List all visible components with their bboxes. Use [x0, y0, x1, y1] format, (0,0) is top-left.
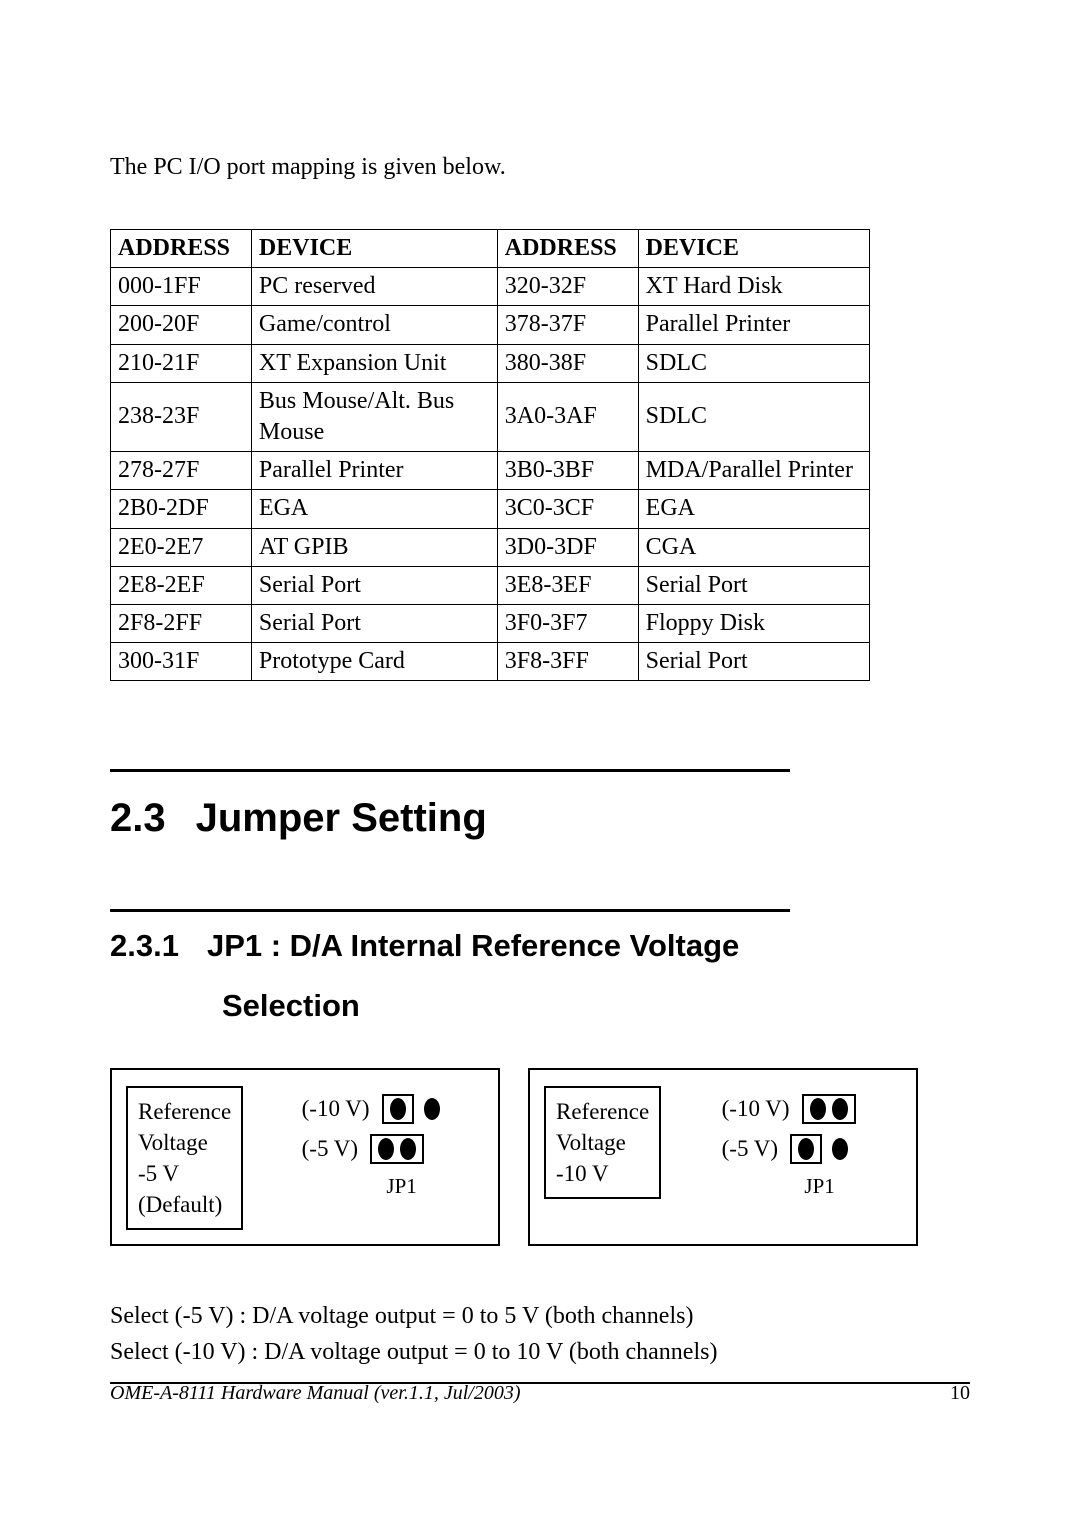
- table-cell: 3A0-3AF: [497, 382, 638, 451]
- table-cell: 3E8-3EF: [497, 566, 638, 604]
- table-cell: Parallel Printer: [251, 452, 497, 490]
- table-cell: Floppy Disk: [638, 604, 869, 642]
- table-cell: 3F8-3FF: [497, 643, 638, 681]
- jumper-row-label: (-5 V): [722, 1136, 778, 1162]
- io-port-table: ADDRESS DEVICE ADDRESS DEVICE 000-1FFPC …: [110, 229, 870, 681]
- table-cell: 380-38F: [497, 344, 638, 382]
- subsection-title-line2: Selection: [222, 988, 970, 1024]
- table-cell: SDLC: [638, 382, 869, 451]
- table-cell: 320-32F: [497, 268, 638, 306]
- table-cell: 3C0-3CF: [497, 490, 638, 528]
- table-row: 278-27FParallel Printer3B0-3BFMDA/Parall…: [111, 452, 870, 490]
- table-cell: 210-21F: [111, 344, 252, 382]
- table-cell: 3B0-3BF: [497, 452, 638, 490]
- jumper-row-label: (-10 V): [302, 1096, 370, 1122]
- table-row: 2E8-2EFSerial Port3E8-3EFSerial Port: [111, 566, 870, 604]
- jumper-jp1-10v: (-10 V) (-5 V) JP1: [675, 1086, 902, 1199]
- table-row: 2E0-2E7AT GPIB3D0-3DFCGA: [111, 528, 870, 566]
- table-cell: SDLC: [638, 344, 869, 382]
- reference-box-5v: Reference Voltage -5 V (Default): [126, 1086, 243, 1230]
- jumper-diagram-5v: Reference Voltage -5 V (Default) (-10 V)…: [110, 1068, 500, 1246]
- subsection-number: 2.3.1: [110, 928, 179, 963]
- table-cell: 278-27F: [111, 452, 252, 490]
- footer-page-number: 10: [950, 1382, 970, 1405]
- table-cell: 300-31F: [111, 643, 252, 681]
- reference-box-10v: Reference Voltage -10 V: [544, 1086, 661, 1199]
- table-cell: 238-23F: [111, 382, 252, 451]
- table-cell: Bus Mouse/Alt. Bus Mouse: [251, 382, 497, 451]
- table-cell: Parallel Printer: [638, 306, 869, 344]
- section-heading: 2.3 Jumper Setting: [110, 796, 970, 841]
- explain-line-5v: Select (-5 V) : D/A voltage output = 0 t…: [110, 1298, 970, 1334]
- jumper-diagrams: Reference Voltage -5 V (Default) (-10 V)…: [110, 1068, 970, 1246]
- section-title: Jumper Setting: [196, 796, 487, 840]
- col-address-1: ADDRESS: [111, 230, 252, 268]
- section-number: 2.3: [110, 796, 166, 840]
- table-row: 238-23FBus Mouse/Alt. Bus Mouse3A0-3AFSD…: [111, 382, 870, 451]
- jumper-row: (-10 V): [302, 1094, 440, 1124]
- table-row: 000-1FFPC reserved320-32FXT Hard Disk: [111, 268, 870, 306]
- table-row: 2B0-2DFEGA3C0-3CFEGA: [111, 490, 870, 528]
- table-cell: EGA: [638, 490, 869, 528]
- table-cell: 2F8-2FF: [111, 604, 252, 642]
- table-cell: 2E0-2E7: [111, 528, 252, 566]
- jumper-closed-icon: [370, 1134, 424, 1164]
- table-cell: Game/control: [251, 306, 497, 344]
- table-header-row: ADDRESS DEVICE ADDRESS DEVICE: [111, 230, 870, 268]
- jumper-id-label: JP1: [386, 1174, 416, 1199]
- jumper-row: (-5 V): [722, 1134, 856, 1164]
- table-cell: AT GPIB: [251, 528, 497, 566]
- table-row: 210-21FXT Expansion Unit380-38FSDLC: [111, 344, 870, 382]
- table-cell: 2B0-2DF: [111, 490, 252, 528]
- table-row: 300-31FPrototype Card3F8-3FFSerial Port: [111, 643, 870, 681]
- explain-line-10v: Select (-10 V) : D/A voltage output = 0 …: [110, 1334, 970, 1370]
- table-cell: 3F0-3F7: [497, 604, 638, 642]
- jumper-closed-icon: [802, 1094, 856, 1124]
- jumper-jp1-5v: (-10 V) (-5 V) JP1: [257, 1086, 484, 1199]
- col-address-2: ADDRESS: [497, 230, 638, 268]
- table-cell: 378-37F: [497, 306, 638, 344]
- subsection-title-line1: JP1 : D/A Internal Reference Voltage: [207, 928, 739, 963]
- table-cell: MDA/Parallel Printer: [638, 452, 869, 490]
- table-cell: XT Hard Disk: [638, 268, 869, 306]
- table-cell: Serial Port: [251, 566, 497, 604]
- page-footer: OME-A-8111 Hardware Manual (ver.1.1, Jul…: [110, 1382, 970, 1405]
- jumper-pin-icon: [832, 1138, 848, 1160]
- selection-explanation: Select (-5 V) : D/A voltage output = 0 t…: [110, 1298, 970, 1370]
- table-cell: CGA: [638, 528, 869, 566]
- section-rule: [110, 769, 790, 772]
- table-cell: 2E8-2EF: [111, 566, 252, 604]
- table-cell: 000-1FF: [111, 268, 252, 306]
- subsection-heading: 2.3.1 JP1 : D/A Internal Reference Voltag…: [110, 928, 970, 964]
- subsection-rule: [110, 909, 790, 912]
- table-cell: PC reserved: [251, 268, 497, 306]
- footer-doc-title: OME-A-8111 Hardware Manual (ver.1.1, Jul…: [110, 1382, 520, 1405]
- table-cell: XT Expansion Unit: [251, 344, 497, 382]
- jumper-diagram-10v: Reference Voltage -10 V (-10 V) (-5 V) JP…: [528, 1068, 918, 1246]
- col-device-1: DEVICE: [251, 230, 497, 268]
- table-cell: Serial Port: [251, 604, 497, 642]
- table-cell: Serial Port: [638, 566, 869, 604]
- table-cell: Prototype Card: [251, 643, 497, 681]
- table-cell: 200-20F: [111, 306, 252, 344]
- col-device-2: DEVICE: [638, 230, 869, 268]
- table-cell: 3D0-3DF: [497, 528, 638, 566]
- jumper-open-icon: [790, 1134, 822, 1164]
- jumper-id-label: JP1: [804, 1174, 834, 1199]
- table-row: 200-20FGame/control378-37FParallel Print…: [111, 306, 870, 344]
- table-row: 2F8-2FFSerial Port3F0-3F7Floppy Disk: [111, 604, 870, 642]
- intro-text: The PC I/O port mapping is given below.: [110, 154, 970, 181]
- table-cell: Serial Port: [638, 643, 869, 681]
- table-cell: EGA: [251, 490, 497, 528]
- jumper-row: (-10 V): [722, 1094, 856, 1124]
- jumper-open-icon: [382, 1094, 414, 1124]
- jumper-row: (-5 V): [302, 1134, 440, 1164]
- jumper-pin-icon: [424, 1098, 440, 1120]
- jumper-row-label: (-10 V): [722, 1096, 790, 1122]
- jumper-row-label: (-5 V): [302, 1136, 358, 1162]
